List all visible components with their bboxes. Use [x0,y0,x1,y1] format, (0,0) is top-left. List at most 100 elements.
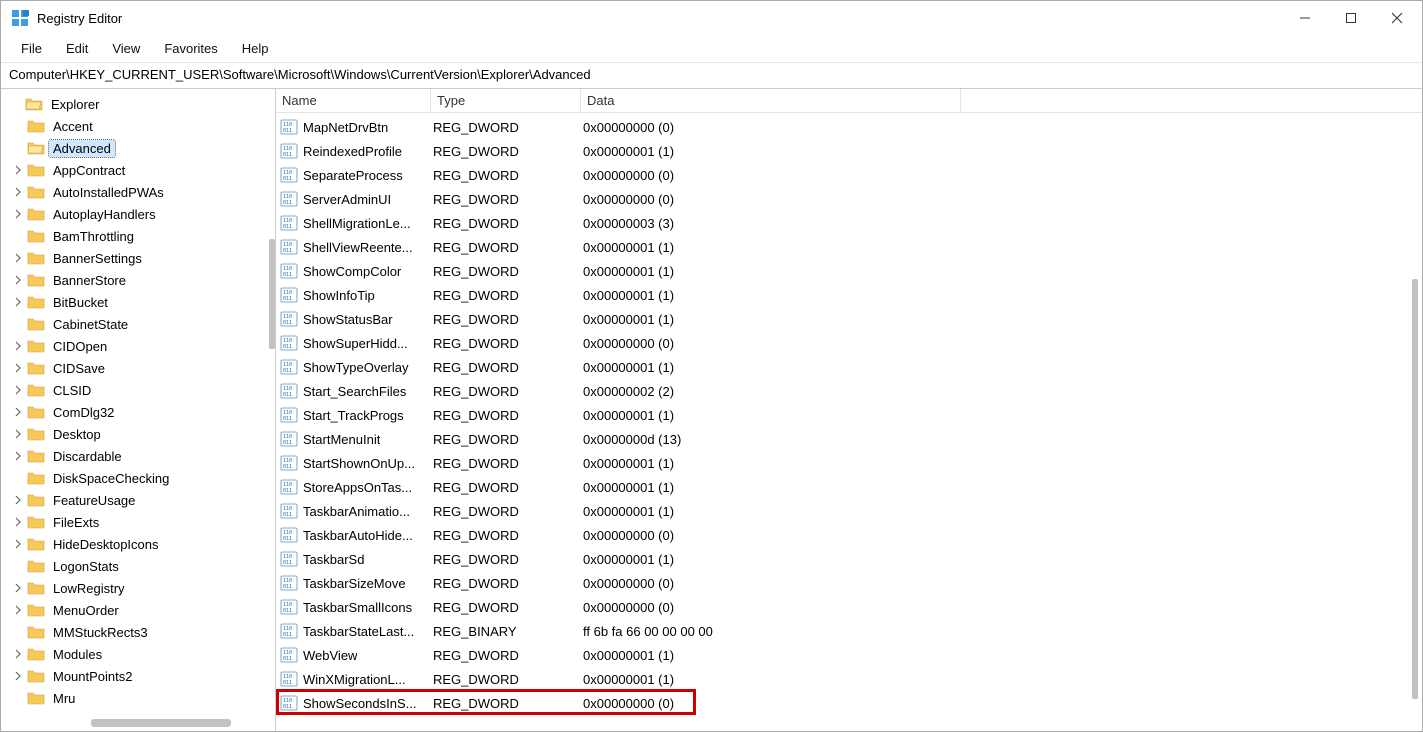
tree-item[interactable]: CLSID [3,379,276,401]
list-row[interactable]: 110011WebViewREG_DWORD0x00000001 (1) [276,643,1422,667]
tree-item[interactable]: ComDlg32 [3,401,276,423]
chevron-icon[interactable] [11,581,25,595]
chevron-icon[interactable] [11,361,25,375]
list-row[interactable]: 110011TaskbarSizeMoveREG_DWORD0x00000000… [276,571,1422,595]
svg-text:011: 011 [283,632,292,638]
minimize-button[interactable] [1282,2,1328,34]
list-row[interactable]: 110011StoreAppsOnTas...REG_DWORD0x000000… [276,475,1422,499]
list-row[interactable]: 110011ShellViewReente...REG_DWORD0x00000… [276,235,1422,259]
chevron-icon[interactable] [11,669,25,683]
chevron-icon[interactable] [11,537,25,551]
value-name: ShellViewReente... [303,240,413,255]
list-row[interactable]: 110011StartShownOnUp...REG_DWORD0x000000… [276,451,1422,475]
chevron-icon[interactable] [11,449,25,463]
value-name: ShowInfoTip [303,288,375,303]
header-type[interactable]: Type [431,89,581,112]
chevron-icon[interactable] [11,251,25,265]
chevron-icon[interactable] [11,185,25,199]
tree-item[interactable]: BannerStore [3,269,276,291]
tree-item[interactable]: AutoplayHandlers [3,203,276,225]
svg-text:011: 011 [283,560,292,566]
tree-item[interactable]: LogonStats [3,555,276,577]
tree-item[interactable]: Accent [3,115,276,137]
list-row[interactable]: 110011Start_TrackProgsREG_DWORD0x0000000… [276,403,1422,427]
chevron-icon[interactable] [11,163,25,177]
tree-item[interactable]: Discardable [3,445,276,467]
list-row[interactable]: 110011ShowInfoTipREG_DWORD0x00000001 (1) [276,283,1422,307]
value-icon: 110011 [280,334,298,352]
chevron-icon[interactable] [11,295,25,309]
close-button[interactable] [1374,2,1420,34]
tree-item[interactable]: HideDesktopIcons [3,533,276,555]
list-row[interactable]: 110011TaskbarStateLast...REG_BINARYff 6b… [276,619,1422,643]
list-row[interactable]: 110011ShowSuperHidd...REG_DWORD0x0000000… [276,331,1422,355]
tree-item[interactable]: DiskSpaceChecking [3,467,276,489]
tree-item[interactable]: MMStuckRects3 [3,621,276,643]
list-row[interactable]: 110011SeparateProcessREG_DWORD0x00000000… [276,163,1422,187]
chevron-icon[interactable] [11,515,25,529]
maximize-button[interactable] [1328,2,1374,34]
folder-icon [27,579,45,597]
address-bar[interactable]: Computer\HKEY_CURRENT_USER\Software\Micr… [1,63,1422,89]
tree-item[interactable]: BannerSettings [3,247,276,269]
tree-item[interactable]: Advanced [3,137,276,159]
tree-item[interactable]: Mru [3,687,276,709]
tree-item[interactable]: CIDOpen [3,335,276,357]
menu-view[interactable]: View [102,38,150,59]
chevron-icon[interactable] [11,339,25,353]
tree-item[interactable]: FileExts [3,511,276,533]
list-scrollbar-vertical[interactable] [1412,279,1418,699]
tree-root[interactable]: › Explorer [3,93,276,115]
list-row[interactable]: 110011ShellMigrationLe...REG_DWORD0x0000… [276,211,1422,235]
folder-icon [27,337,45,355]
list-row[interactable]: 110011TaskbarSmallIconsREG_DWORD0x000000… [276,595,1422,619]
header-data[interactable]: Data [581,89,961,112]
tree-item[interactable]: AutoInstalledPWAs [3,181,276,203]
cell-data: 0x00000000 (0) [581,168,961,183]
list-row[interactable]: 110011WinXMigrationL...REG_DWORD0x000000… [276,667,1422,691]
tree-item[interactable]: LowRegistry [3,577,276,599]
tree-scrollbar-horizontal[interactable] [91,719,231,727]
tree-item[interactable]: Desktop [3,423,276,445]
list-row[interactable]: 110011ShowSecondsInS...REG_DWORD0x000000… [276,691,1422,715]
tree-item[interactable]: MenuOrder [3,599,276,621]
list-row[interactable]: 110011ReindexedProfileREG_DWORD0x0000000… [276,139,1422,163]
list-row[interactable]: 110011TaskbarSdREG_DWORD0x00000001 (1) [276,547,1422,571]
chevron-icon[interactable] [11,383,25,397]
menu-edit[interactable]: Edit [56,38,98,59]
tree-panel[interactable]: › Explorer AccentAdvancedAppContractAuto… [1,89,276,731]
chevron-icon[interactable] [11,207,25,221]
list-row[interactable]: 110011ShowCompColorREG_DWORD0x00000001 (… [276,259,1422,283]
tree-item[interactable]: AppContract [3,159,276,181]
menu-favorites[interactable]: Favorites [154,38,227,59]
chevron-icon[interactable] [11,603,25,617]
list-row[interactable]: 110011ShowStatusBarREG_DWORD0x00000001 (… [276,307,1422,331]
chevron-icon[interactable] [11,405,25,419]
cell-name: 110011StartMenuInit [276,430,431,448]
tree-item[interactable]: BamThrottling [3,225,276,247]
chevron-icon[interactable] [11,647,25,661]
list-row[interactable]: 110011TaskbarAutoHide...REG_DWORD0x00000… [276,523,1422,547]
list-row[interactable]: 110011ShowTypeOverlayREG_DWORD0x00000001… [276,355,1422,379]
chevron-icon[interactable] [11,493,25,507]
list-row[interactable]: 110011MapNetDrvBtnREG_DWORD0x00000000 (0… [276,115,1422,139]
tree-scrollbar-vertical[interactable] [269,239,275,349]
chevron-icon[interactable] [11,427,25,441]
tree-item[interactable]: BitBucket [3,291,276,313]
header-name[interactable]: Name [276,89,431,112]
list-row[interactable]: 110011ServerAdminUIREG_DWORD0x00000000 (… [276,187,1422,211]
chevron-icon[interactable] [11,273,25,287]
list-row[interactable]: 110011Start_SearchFilesREG_DWORD0x000000… [276,379,1422,403]
menu-help[interactable]: Help [232,38,279,59]
tree-item[interactable]: Modules [3,643,276,665]
list-row[interactable]: 110011StartMenuInitREG_DWORD0x0000000d (… [276,427,1422,451]
tree-item[interactable]: FeatureUsage [3,489,276,511]
cell-name: 110011StoreAppsOnTas... [276,478,431,496]
tree-item[interactable]: CIDSave [3,357,276,379]
tree-item[interactable]: MountPoints2 [3,665,276,687]
list-row[interactable]: 110011TaskbarAnimatio...REG_DWORD0x00000… [276,499,1422,523]
list-panel[interactable]: Name Type Data 110011MapNetDrvBtnREG_DWO… [276,89,1422,731]
folder-icon [27,491,45,509]
menu-file[interactable]: File [11,38,52,59]
tree-item[interactable]: CabinetState [3,313,276,335]
